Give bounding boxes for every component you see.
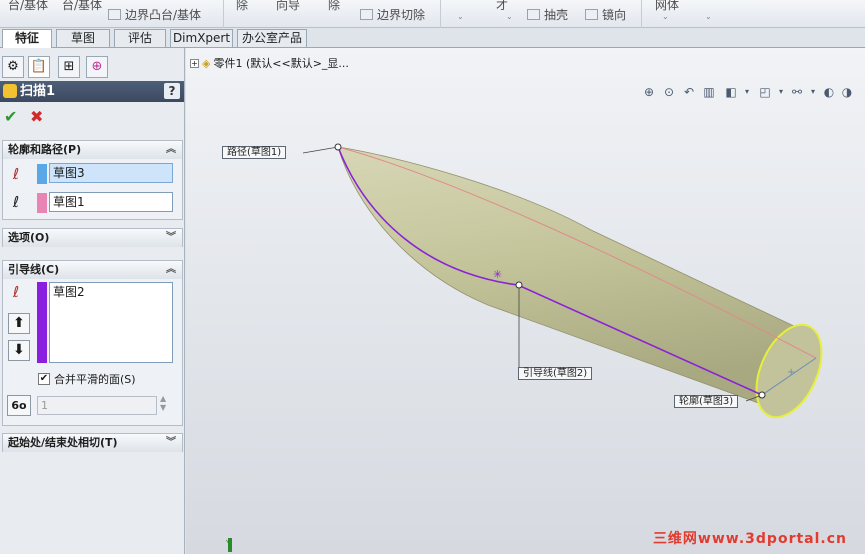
dimxpert-manager-tab-icon[interactable]: ⊕ — [86, 56, 108, 78]
ribbon-cut-2[interactable]: 除 — [328, 0, 340, 13]
cancel-x-icon[interactable]: ✖ — [30, 107, 43, 126]
section-spinner[interactable]: 1 — [37, 396, 157, 415]
chevron-down-icon[interactable]: ⌄ — [457, 12, 464, 21]
command-manager-tabs: 特征 草图 评估 DimXpert 办公室产品 — [0, 28, 865, 48]
ribbon-boundary-boss[interactable]: 边界凸台/基体 — [108, 6, 201, 23]
profile-point[interactable] — [758, 391, 766, 399]
profile-center-icon: + — [787, 367, 795, 378]
guide-curves-header[interactable]: 引导线(C) ︽ — [3, 261, 182, 279]
chevron-down-icon[interactable]: ⌄ — [662, 12, 669, 21]
ribbon-shell-label: 抽壳 — [544, 8, 569, 22]
merge-faces-label: 合并平滑的面(S) — [54, 373, 136, 386]
guide-callout[interactable]: 引导线(草图2) — [518, 367, 593, 380]
shell-icon — [527, 9, 540, 20]
merge-faces-checkbox[interactable]: ✔ — [38, 373, 50, 385]
guide-curve-icon: ℓ — [12, 283, 20, 301]
profile-path-group: 轮廓和路径(P) ︽ ℓ 草图3 ℓ 草图1 — [2, 140, 183, 220]
chevron-down-icon[interactable]: ︾ — [166, 229, 176, 247]
graphics-viewport[interactable]: + ◈ 零件1 (默认<<默认>_显... ⊕ ⊙ ↶ ▥ ◧ ▾ ◰ ▾ ⚯ ▾ … — [186, 48, 865, 554]
chevron-down-icon[interactable]: ︾ — [166, 434, 176, 452]
boundary-boss-icon — [108, 9, 121, 20]
command-ribbon: 台/基体 台/基体 边界凸台/基体 除 向导 除 边界切除 ⌄ 才 ⌄ 抽壳 镜… — [0, 0, 865, 28]
help-button[interactable]: ? — [164, 83, 180, 99]
chevron-up-icon[interactable]: ︽ — [166, 261, 176, 279]
group-header-label: 选项(O) — [8, 231, 50, 244]
group-header-label: 起始处/结束处相切(T) — [8, 436, 118, 449]
ok-check-icon[interactable]: ✔ — [4, 107, 17, 126]
guide-curves-list[interactable]: 草图2 — [49, 282, 173, 363]
move-down-button[interactable]: ⬇ — [8, 340, 30, 361]
tab-features[interactable]: 特征 — [2, 29, 52, 48]
sweep-icon — [3, 84, 17, 98]
tab-evaluate[interactable]: 评估 — [114, 29, 166, 47]
feature-title: 扫描1 — [20, 84, 56, 99]
profile-selection-icon: ℓ — [12, 165, 20, 183]
path-endpoint[interactable] — [334, 143, 342, 151]
options-header[interactable]: 选项(O) ︾ — [3, 229, 182, 247]
ribbon-separator — [641, 0, 642, 28]
show-sections-icon[interactable]: 6o — [7, 395, 31, 416]
ribbon-mirror[interactable]: 镜向 — [585, 6, 626, 23]
feature-manager-tab-icon[interactable]: ⚙ — [2, 56, 24, 78]
profile-callout[interactable]: 轮廓(草图3) — [674, 395, 739, 408]
ribbon-mirror-label: 镜向 — [602, 8, 627, 22]
list-item[interactable]: 草图2 — [53, 283, 172, 301]
profile-path-header[interactable]: 轮廓和路径(P) ︽ — [3, 141, 182, 159]
property-manager-title-bar: 扫描1 ? — [0, 81, 184, 102]
ribbon-boundary-cut-label: 边界切除 — [377, 8, 426, 22]
tab-sketch[interactable]: 草图 — [56, 29, 110, 47]
reference-triad-icon — [228, 538, 232, 552]
tangency-group: 起始处/结束处相切(T) ︾ — [2, 433, 183, 452]
ribbon-separator — [440, 0, 441, 28]
guide-point[interactable] — [515, 281, 523, 289]
options-group: 选项(O) ︾ — [2, 228, 183, 247]
path-callout[interactable]: 路径(草图1) — [222, 146, 287, 159]
profile-color-swatch — [37, 164, 47, 184]
move-up-button[interactable]: ⬆ — [8, 313, 30, 334]
path-leader-line — [302, 146, 339, 154]
property-manager-panel: ⚙ 📋 ⊞ ⊕ 扫描1 ? ✔ ✖ 轮廓和路径(P) ︽ ℓ 草图3 ℓ 草图1 … — [0, 48, 185, 554]
profile-field[interactable]: 草图3 — [49, 163, 173, 183]
path-field[interactable]: 草图1 — [49, 192, 173, 212]
ribbon-boundary-cut[interactable]: 边界切除 — [360, 6, 425, 23]
watermark-text: 三维网www.3dportal.cn — [652, 531, 847, 547]
ribbon-boundary-boss-label: 边界凸台/基体 — [125, 8, 202, 22]
guide-curves-group: 引导线(C) ︽ ℓ 草图2 ⬆ ⬇ ✔ 合并平滑的面(S) 6o 1 ▲ ▼ — [2, 260, 183, 426]
spinner-arrows-icon[interactable]: ▲ ▼ — [160, 394, 166, 412]
chevron-down-icon[interactable]: ⌄ — [705, 12, 712, 21]
property-manager-tab-icon[interactable]: 📋 — [28, 56, 50, 78]
group-header-label: 轮廓和路径(P) — [8, 143, 82, 156]
path-color-swatch — [37, 193, 47, 213]
ribbon-boss-base-1[interactable]: 台/基体 — [8, 0, 48, 13]
ribbon-shell[interactable]: 抽壳 — [527, 6, 568, 23]
group-header-label: 引导线(C) — [8, 263, 60, 276]
ribbon-separator — [223, 0, 224, 28]
ribbon-hole-wizard[interactable]: 向导 — [276, 0, 300, 13]
tab-dimxpert[interactable]: DimXpert — [170, 29, 233, 47]
ribbon-cut[interactable]: 除 — [236, 0, 248, 13]
guide-midpoint-icon: ✳ — [493, 268, 502, 281]
guide-color-swatch — [37, 282, 47, 363]
configuration-manager-tab-icon[interactable]: ⊞ — [58, 56, 80, 78]
chevron-up-icon[interactable]: ︽ — [166, 141, 176, 159]
path-selection-icon: ℓ — [12, 193, 20, 211]
ribbon-boss-base-2[interactable]: 台/基体 — [62, 0, 102, 13]
boundary-cut-icon — [360, 9, 373, 20]
mirror-icon — [585, 9, 598, 20]
model-graphics: ✳ + — [302, 143, 823, 419]
tangency-header[interactable]: 起始处/结束处相切(T) ︾ — [3, 434, 182, 452]
chevron-down-icon[interactable]: ⌄ — [506, 12, 513, 21]
tab-office-products[interactable]: 办公室产品 — [237, 29, 307, 47]
